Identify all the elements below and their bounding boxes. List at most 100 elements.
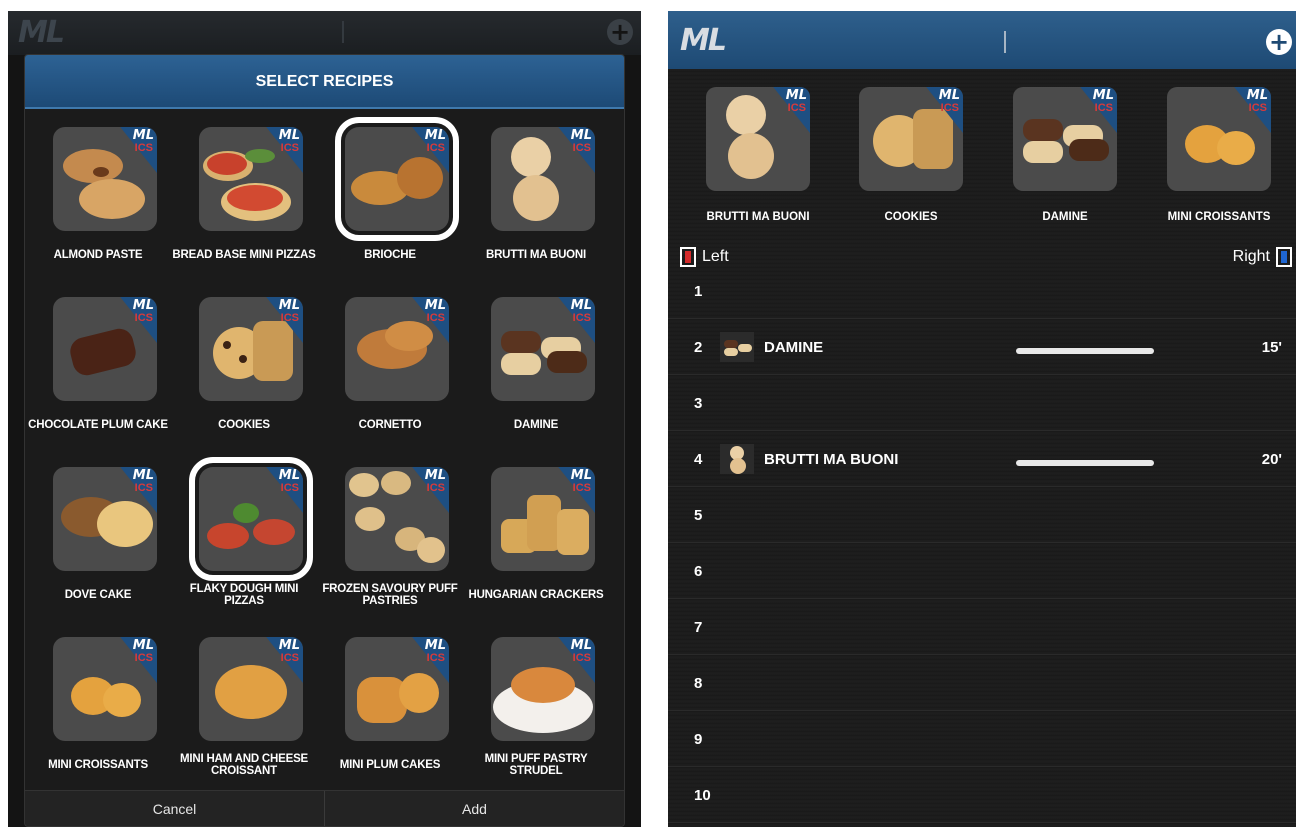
tray-slot[interactable]: 10: [668, 767, 1296, 823]
recipe-image: ML ICS: [491, 297, 595, 401]
recipe-image: ML ICS: [491, 127, 595, 231]
slot-recipe-name: DAMINE: [764, 339, 824, 356]
recipe-label: FROZEN SAVOURY PUFF PASTRIES: [322, 583, 458, 607]
ics-badge: ICS: [1248, 102, 1267, 114]
header-divider: [1004, 31, 1006, 53]
recipe-label: MINI HAM AND CHEESE CROISSANT: [179, 753, 309, 777]
recipe-label: MINI CROISSANTS: [48, 759, 148, 771]
ml-badge: ML: [132, 298, 154, 313]
recipe-image: ML ICS: [53, 637, 157, 741]
ics-badge: ICS: [426, 652, 445, 664]
ml-badge: ML: [278, 298, 300, 313]
ics-badge: ICS: [1094, 102, 1113, 114]
ics-badge: ICS: [280, 652, 299, 664]
ml-badge: ML: [132, 128, 154, 143]
ics-badge: ICS: [134, 142, 153, 154]
add-icon[interactable]: +: [1266, 29, 1292, 55]
recipe-label: COOKIES: [218, 419, 270, 431]
recipe-image: ML ICS: [345, 467, 449, 571]
recipe-label: ALMOND PASTE: [53, 249, 143, 261]
ics-badge: ICS: [426, 142, 445, 154]
slot-number: 4: [694, 451, 703, 468]
slot-time: 15': [1261, 339, 1282, 356]
dialog-footer: Cancel Add: [25, 790, 624, 826]
ics-badge: ICS: [280, 312, 299, 324]
recipe-tile-brioche[interactable]: ML ICS BRIOCHE: [317, 111, 463, 281]
slot-number: 2: [694, 339, 703, 356]
recipe-image: ML ICS: [53, 467, 157, 571]
recipe-tile-hungarian-crackers[interactable]: ML ICS HUNGARIAN CRACKERS: [463, 451, 609, 621]
recipe-thumbnail: [720, 332, 754, 362]
slot-number: 6: [694, 563, 703, 580]
ics-badge: ICS: [426, 312, 445, 324]
slot-recipe-name: BRUTTI MA BUONI: [764, 451, 899, 468]
favorite-recipe-cookies[interactable]: ML ICS: [859, 87, 963, 191]
ml-badge: ML: [1246, 88, 1268, 103]
tray-slot[interactable]: 7: [668, 599, 1296, 655]
ics-badge: ICS: [572, 312, 591, 324]
slot-number: 7: [694, 619, 703, 636]
recipe-selection-screen: ML + SELECT RECIPES MLICS ALMOND PASTE: [8, 11, 641, 827]
ics-badge: ICS: [572, 142, 591, 154]
dialog-title: SELECT RECIPES: [25, 55, 624, 109]
add-icon[interactable]: +: [607, 19, 633, 45]
favorite-recipe-damine[interactable]: ML ICS: [1013, 87, 1117, 191]
ics-badge: ICS: [572, 652, 591, 664]
tray-slot[interactable]: 2 DAMINE 15': [668, 319, 1296, 375]
ml-badge: ML: [132, 468, 154, 483]
recipe-image: ML ICS: [345, 297, 449, 401]
slot-progress-bar: [1016, 460, 1154, 466]
recipe-image: ML ICS: [491, 637, 595, 741]
slot-number: 5: [694, 507, 703, 524]
slot-number: 10: [694, 787, 711, 804]
recipe-tile-cookies[interactable]: ML ICS COOKIES: [171, 281, 317, 451]
recipe-tile-bread-base-mini-pizzas[interactable]: ML ICS BREAD BASE MINI PIZZAS: [171, 111, 317, 281]
ml-badge: ML: [278, 638, 300, 653]
recipe-label: BREAD BASE MINI PIZZAS: [172, 249, 316, 261]
recipe-image: ML ICS: [53, 127, 157, 231]
ml-badge: ML: [424, 468, 446, 483]
recipe-tile-flaky-dough-mini-pizzas[interactable]: ML ICS FLAKY DOUGH MINI PIZZAS: [171, 451, 317, 621]
recipe-image: ML ICS: [199, 637, 303, 741]
slot-number: 3: [694, 395, 703, 412]
recipe-tile-almond-paste[interactable]: ML ICS ALMOND PASTE: [25, 111, 171, 281]
cancel-button[interactable]: Cancel: [25, 791, 324, 826]
recipe-tile-chocolate-plum-cake[interactable]: ML ICS CHOCOLATE PLUM CAKE: [25, 281, 171, 451]
ics-badge: ICS: [134, 312, 153, 324]
tray-slot[interactable]: 4 BRUTTI MA BUONI 20': [668, 431, 1296, 487]
recipe-tile-mini-puff-pastry-strudel[interactable]: ML ICS MINI PUFF PASTRY STRUDEL: [463, 621, 609, 791]
favorite-recipe-brutti-ma-buoni[interactable]: ML ICS: [706, 87, 810, 191]
slot-number: 9: [694, 731, 703, 748]
recipe-tile-mini-plum-cakes[interactable]: ML ICS MINI PLUM CAKES: [317, 621, 463, 791]
tray-slot[interactable]: 6: [668, 543, 1296, 599]
tray-slot[interactable]: 1: [668, 263, 1296, 319]
app-logo: ML: [680, 23, 727, 58]
ics-badge: ICS: [134, 482, 153, 494]
ics-badge: ICS: [280, 482, 299, 494]
favorite-recipe-mini-croissants[interactable]: ML ICS: [1167, 87, 1271, 191]
recipe-label: CHOCOLATE PLUM CAKE: [28, 419, 168, 431]
recipe-tile-damine[interactable]: ML ICS DAMINE: [463, 281, 609, 451]
ml-badge: ML: [278, 468, 300, 483]
recipe-image: ML ICS: [491, 467, 595, 571]
favorite-label: BRUTTI MA BUONI: [706, 211, 810, 223]
tray-slot[interactable]: 8: [668, 655, 1296, 711]
tray-slot[interactable]: 3: [668, 375, 1296, 431]
recipe-image: ML ICS: [335, 117, 459, 241]
recipe-tile-mini-ham-and-cheese-croissant[interactable]: ML ICS MINI HAM AND CHEESE CROISSANT: [171, 621, 317, 791]
recipe-tile-cornetto[interactable]: ML ICS CORNETTO: [317, 281, 463, 451]
app-header: ML +: [668, 11, 1296, 69]
select-recipes-dialog: SELECT RECIPES ML ICS ALMOND PASTE ML IC…: [24, 54, 625, 827]
add-button[interactable]: Add: [324, 791, 624, 826]
favorite-label: MINI CROISSANTS: [1167, 211, 1271, 223]
tray-slot[interactable]: 9: [668, 711, 1296, 767]
recipe-tile-brutti-ma-buoni[interactable]: ML ICS BRUTTI MA BUONI: [463, 111, 609, 281]
tray-slot[interactable]: 5: [668, 487, 1296, 543]
recipe-label: FLAKY DOUGH MINI PIZZAS: [189, 583, 299, 607]
recipe-tile-frozen-savoury-puff-pastries[interactable]: ML ICS FROZEN SAVOURY PUFF PASTRIES: [317, 451, 463, 621]
ml-badge: ML: [785, 88, 807, 103]
recipe-tile-mini-croissants[interactable]: ML ICS MINI CROISSANTS: [25, 621, 171, 791]
ml-badge: ML: [570, 128, 592, 143]
oven-program-screen: ML + ML ICS ML ICS ML ICS ML ICS BRUTTI MA B…: [668, 11, 1296, 827]
recipe-tile-dove-cake[interactable]: ML ICS DOVE CAKE: [25, 451, 171, 621]
